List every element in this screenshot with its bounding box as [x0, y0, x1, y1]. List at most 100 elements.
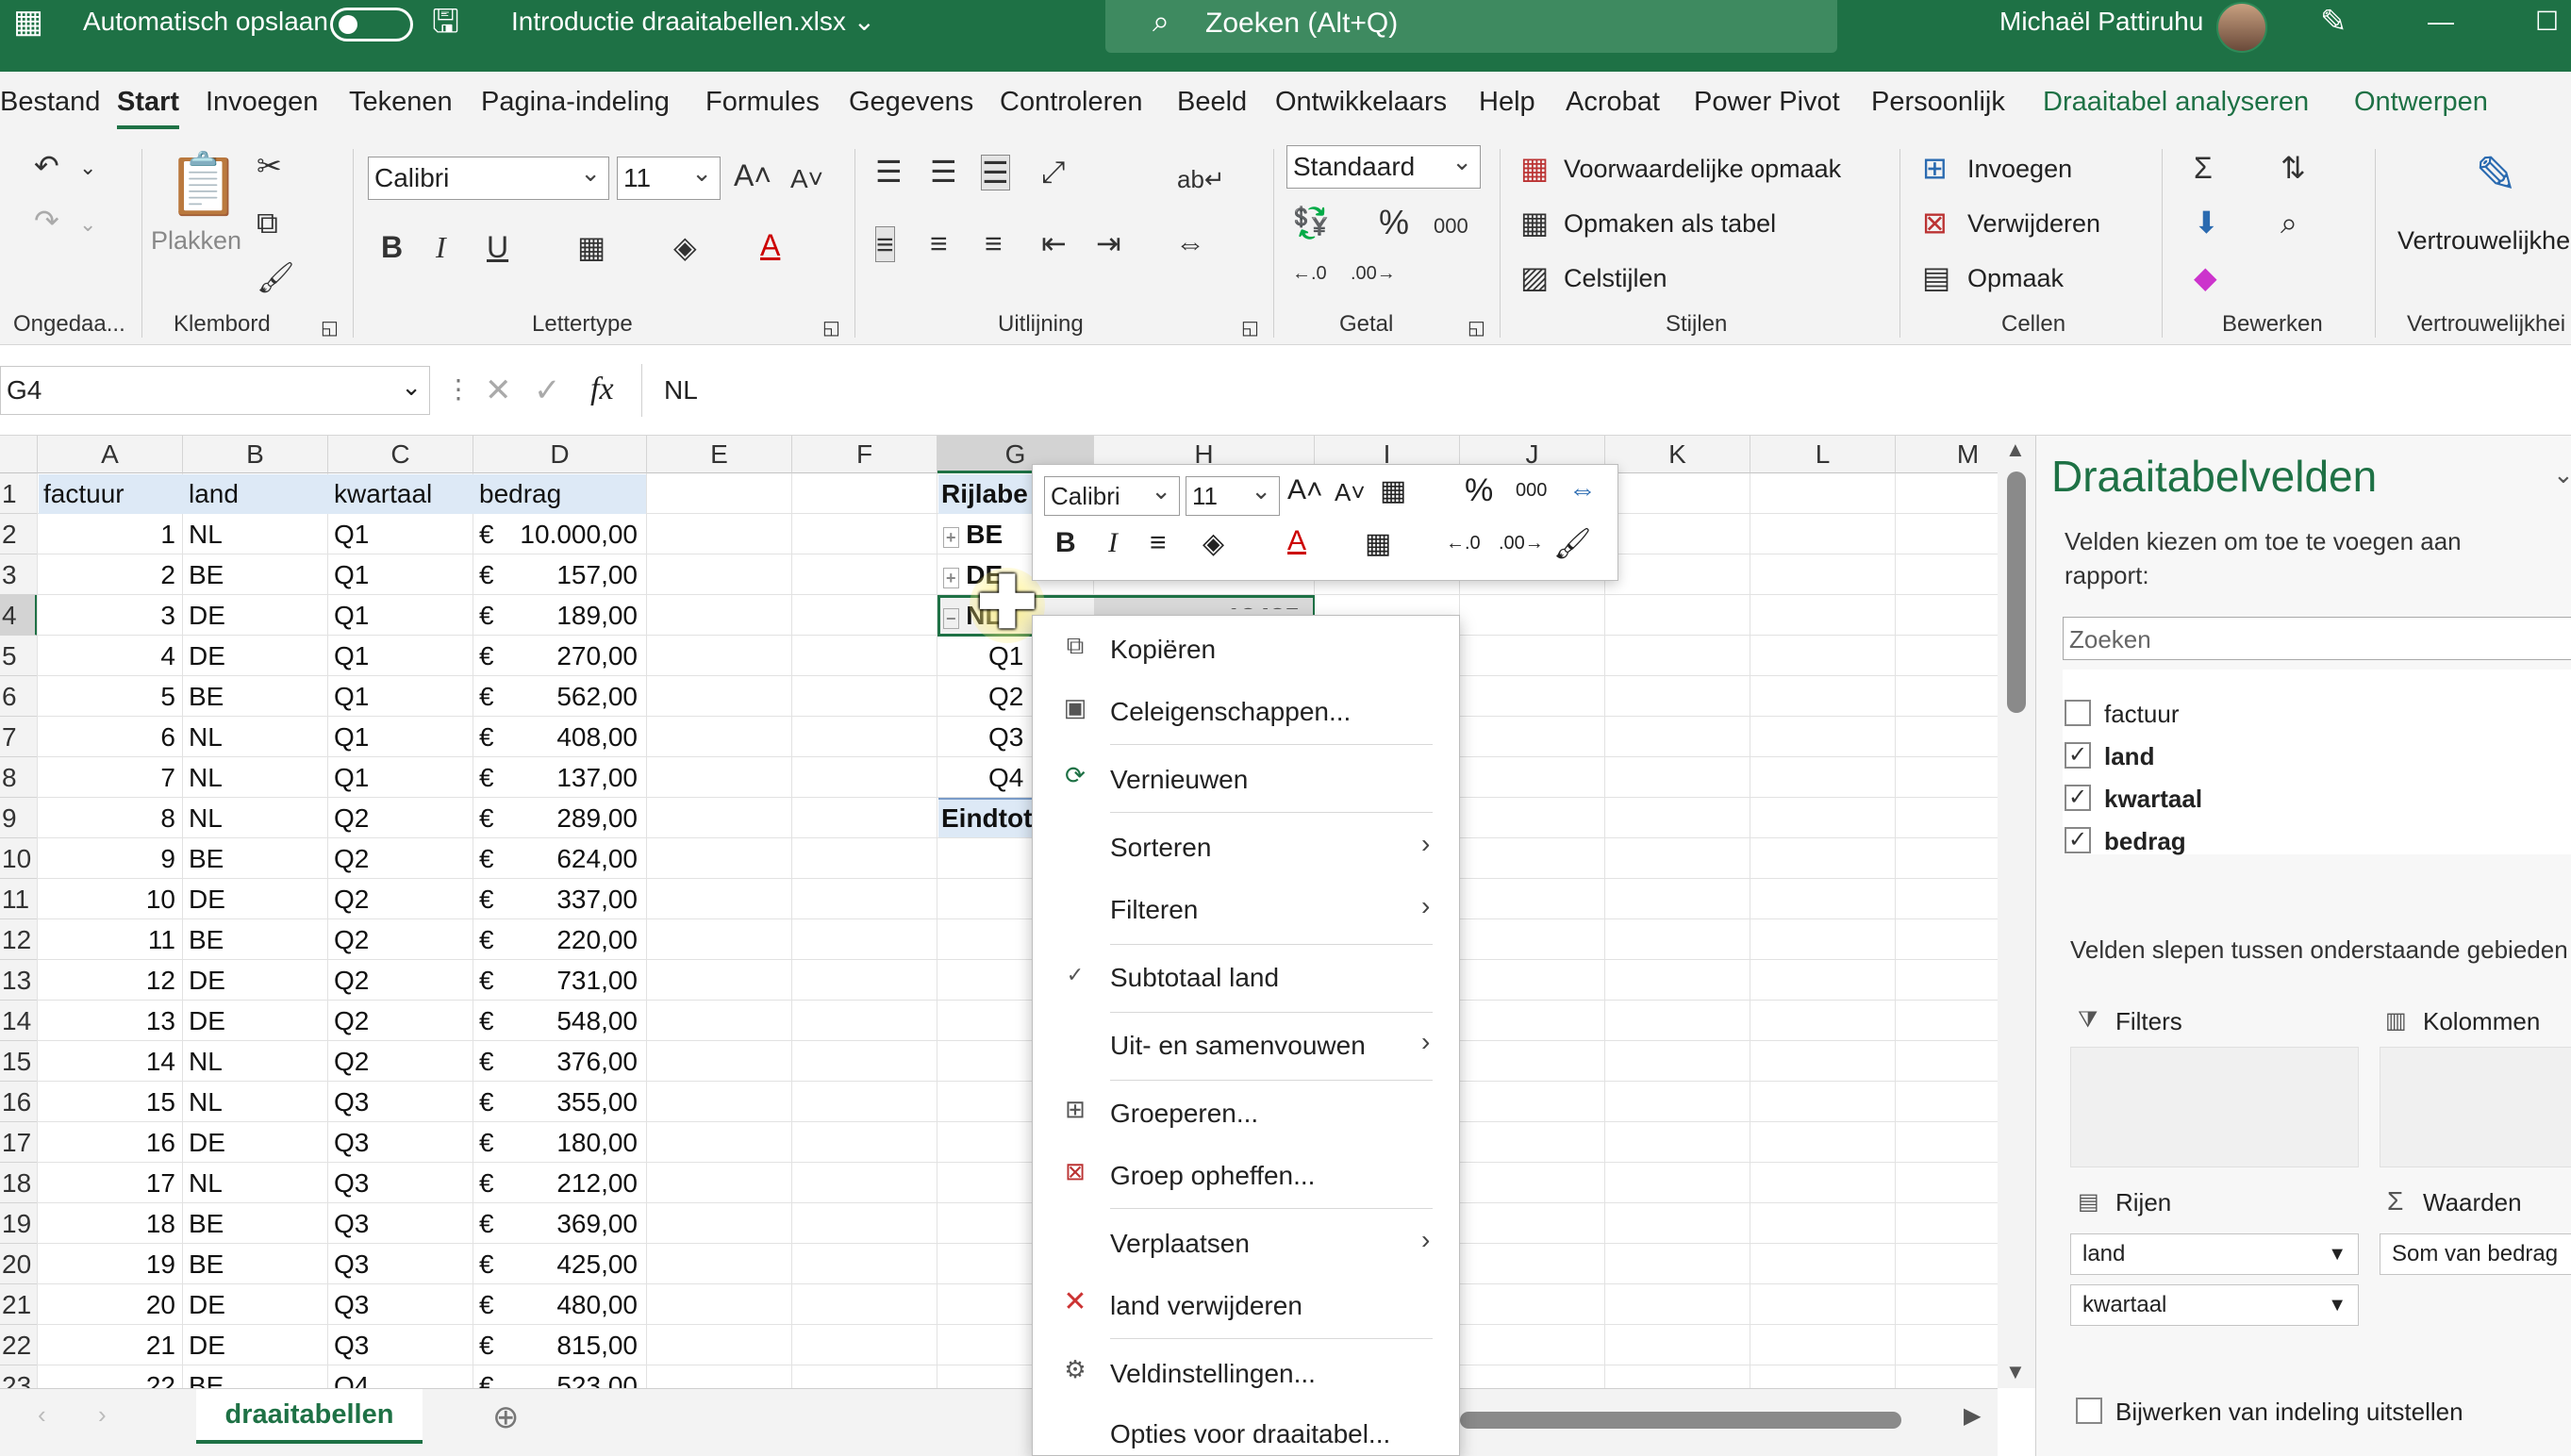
table-cell[interactable]: 8: [38, 798, 175, 838]
conditional-format-button[interactable]: Voorwaardelijke opmaak: [1564, 155, 1841, 184]
table-cell[interactable]: 180,00: [502, 1122, 638, 1163]
wrap-text-icon[interactable]: ab↵: [1177, 162, 1225, 196]
decrease-indent-icon[interactable]: ⇤: [1041, 226, 1067, 260]
redo-icon[interactable]: ↷: [34, 204, 59, 238]
table-cell[interactable]: Q1: [334, 757, 369, 798]
row-header[interactable]: 6: [0, 676, 38, 717]
row-header[interactable]: 23: [0, 1365, 38, 1388]
number-dialog-launcher-icon[interactable]: ◱: [1468, 311, 1485, 345]
vertical-scrollbar[interactable]: ▲ ▼: [1998, 436, 2035, 1388]
file-name[interactable]: Introductie draaitabellen.xlsx ⌄: [511, 0, 875, 72]
table-cell[interactable]: 137,00: [502, 757, 638, 798]
thousands-icon[interactable]: 000: [1434, 209, 1468, 243]
decrease-font-icon[interactable]: A˅: [790, 162, 823, 196]
mini-borders-icon[interactable]: ▦: [1365, 527, 1391, 560]
increase-font-icon[interactable]: A˄: [734, 158, 771, 192]
menu-item-uit-en-samenvouwen[interactable]: Uit- en samenvouwen: [1110, 1031, 1366, 1061]
table-header-cell[interactable]: land: [189, 473, 239, 514]
table-cell[interactable]: 3: [38, 595, 175, 636]
scroll-left-icon[interactable]: ‹: [38, 1400, 46, 1430]
row-header[interactable]: 20: [0, 1244, 38, 1284]
table-cell[interactable]: €: [479, 595, 494, 636]
table-cell[interactable]: 6: [38, 717, 175, 757]
dropdown-arrow-icon[interactable]: ▼: [2328, 1285, 2347, 1325]
table-cell[interactable]: 369,00: [502, 1203, 638, 1244]
table-cell[interactable]: BE: [189, 1244, 224, 1284]
table-cell[interactable]: 14: [38, 1041, 175, 1082]
sheet-tab-draaitabellen[interactable]: draaitabellen: [196, 1389, 423, 1444]
font-dialog-launcher-icon[interactable]: ◱: [822, 311, 840, 345]
table-cell[interactable]: 425,00: [502, 1244, 638, 1284]
paste-label[interactable]: Plakken: [151, 226, 241, 256]
table-cell[interactable]: Q3: [334, 1163, 369, 1203]
mini-decrease-decimal-icon[interactable]: .00→: [1499, 533, 1544, 554]
table-header-cell[interactable]: factuur: [43, 473, 124, 514]
tab-ontwikkelaars[interactable]: Ontwikkelaars: [1275, 87, 1447, 118]
tab-beeld[interactable]: Beeld: [1177, 87, 1247, 118]
add-sheet-icon[interactable]: ⊕: [492, 1398, 520, 1436]
table-cell[interactable]: Q3: [334, 1122, 369, 1163]
table-cell[interactable]: NL: [189, 1041, 223, 1082]
field-checkbox-bedrag[interactable]: ✓: [2065, 827, 2091, 853]
zone-columns-area[interactable]: [2380, 1047, 2571, 1167]
table-cell[interactable]: 12: [38, 960, 175, 1001]
table-cell[interactable]: Q1: [334, 717, 369, 757]
maximize-icon[interactable]: ☐: [2535, 0, 2559, 72]
scroll-right-icon[interactable]: ›: [98, 1400, 107, 1430]
tab-start[interactable]: Start: [117, 87, 180, 129]
table-cell[interactable]: DE: [189, 960, 225, 1001]
autosave-toggle[interactable]: [330, 8, 413, 41]
menu-item-kopieren[interactable]: Kopiëren: [1110, 635, 1216, 665]
spreadsheet-grid[interactable]: A B C D E F G H I J K L M 1 2 3 4 5 6 7 8 9 10 11 1…: [0, 436, 1998, 1388]
italic-icon[interactable]: I: [436, 230, 446, 264]
col-header-k[interactable]: K: [1605, 436, 1750, 473]
zone-filters-area[interactable]: [2070, 1047, 2359, 1167]
table-cell[interactable]: €: [479, 798, 494, 838]
mini-italic-icon[interactable]: I: [1108, 527, 1118, 559]
table-cell[interactable]: 548,00: [502, 1001, 638, 1041]
row-header[interactable]: 17: [0, 1122, 38, 1163]
mini-font-size-dropdown[interactable]: 11: [1186, 472, 1280, 516]
col-header-f[interactable]: F: [792, 436, 937, 473]
avatar[interactable]: [2216, 2, 2267, 53]
align-bottom-icon[interactable]: ☰: [981, 155, 1010, 190]
table-cell[interactable]: 220,00: [502, 919, 638, 960]
row-header[interactable]: 16: [0, 1082, 38, 1122]
mini-table-style-icon[interactable]: ▦: [1380, 474, 1406, 507]
vertical-scrollbar-thumb[interactable]: [2007, 472, 2026, 713]
menu-item-filteren[interactable]: Filteren: [1110, 895, 1198, 925]
table-cell[interactable]: €: [479, 919, 494, 960]
tab-help[interactable]: Help: [1479, 87, 1535, 118]
horizontal-scrollbar-thumb[interactable]: [1460, 1412, 1901, 1429]
table-cell[interactable]: 18: [38, 1203, 175, 1244]
table-cell[interactable]: Q1: [334, 595, 369, 636]
table-cell[interactable]: Q3: [334, 1244, 369, 1284]
row-header[interactable]: 10: [0, 838, 38, 879]
cell-styles-button[interactable]: Celstijlen: [1564, 264, 1667, 293]
menu-item-opties-voor-draaitabel[interactable]: Opties voor draaitabel...: [1110, 1419, 1390, 1449]
row-header[interactable]: 13: [0, 960, 38, 1001]
table-cell[interactable]: €: [479, 1082, 494, 1122]
merge-center-icon[interactable]: ⇔: [1175, 226, 1205, 260]
orientation-icon[interactable]: ⤢: [1041, 155, 1066, 189]
menu-item-groeperen[interactable]: Groeperen...: [1110, 1099, 1258, 1129]
row-header[interactable]: 21: [0, 1284, 38, 1325]
table-cell[interactable]: Q2: [334, 960, 369, 1001]
formula-input[interactable]: NL: [664, 375, 698, 405]
col-header-b[interactable]: B: [183, 436, 328, 473]
table-cell[interactable]: €: [479, 1163, 494, 1203]
clear-icon[interactable]: ◆: [2194, 260, 2217, 294]
table-cell[interactable]: 562,00: [502, 676, 638, 717]
table-cell[interactable]: Q3: [334, 1325, 369, 1365]
expand-icon[interactable]: +: [943, 527, 959, 548]
row-header[interactable]: 11: [0, 879, 38, 919]
table-cell[interactable]: DE: [189, 1122, 225, 1163]
table-cell[interactable]: NL: [189, 1163, 223, 1203]
select-all-corner[interactable]: [0, 436, 38, 473]
paste-icon[interactable]: 📋: [166, 151, 241, 217]
table-cell[interactable]: 289,00: [502, 798, 638, 838]
menu-item-vernieuwen[interactable]: Vernieuwen: [1110, 765, 1248, 795]
tab-acrobat[interactable]: Acrobat: [1566, 87, 1660, 118]
table-cell[interactable]: Q4: [334, 1365, 369, 1388]
table-cell[interactable]: NL: [189, 798, 223, 838]
